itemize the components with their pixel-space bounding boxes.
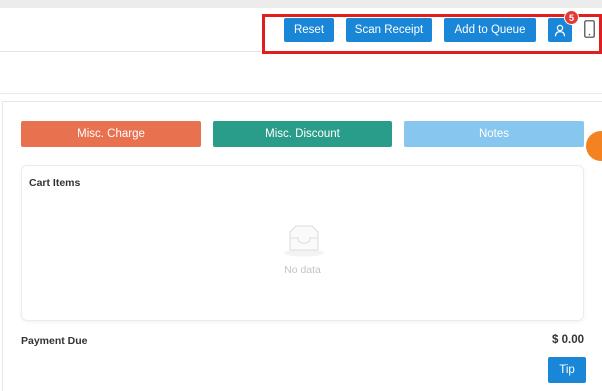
notes-button[interactable]: Notes [404, 121, 584, 147]
misc-charge-button[interactable]: Misc. Charge [21, 121, 201, 147]
tablet-icon[interactable] [584, 20, 595, 38]
empty-inbox-icon [284, 225, 324, 257]
user-icon [554, 24, 566, 36]
sub-header [0, 52, 602, 94]
top-strip [0, 0, 602, 8]
scan-receipt-button[interactable]: Scan Receipt [346, 18, 432, 42]
reset-button[interactable]: Reset [284, 18, 334, 42]
payment-due-label: Payment Due [21, 335, 88, 347]
payment-due-amount: $ 0.00 [552, 334, 584, 346]
add-to-queue-button[interactable]: Add to Queue [444, 18, 536, 42]
notification-badge: 5 [564, 10, 579, 25]
cart-items-panel: Cart Items No data [21, 165, 584, 321]
tip-button[interactable]: Tip [548, 357, 586, 383]
misc-discount-button[interactable]: Misc. Discount [213, 121, 392, 147]
cart-items-title: Cart Items [29, 177, 81, 189]
empty-state-text: No data [284, 264, 321, 276]
